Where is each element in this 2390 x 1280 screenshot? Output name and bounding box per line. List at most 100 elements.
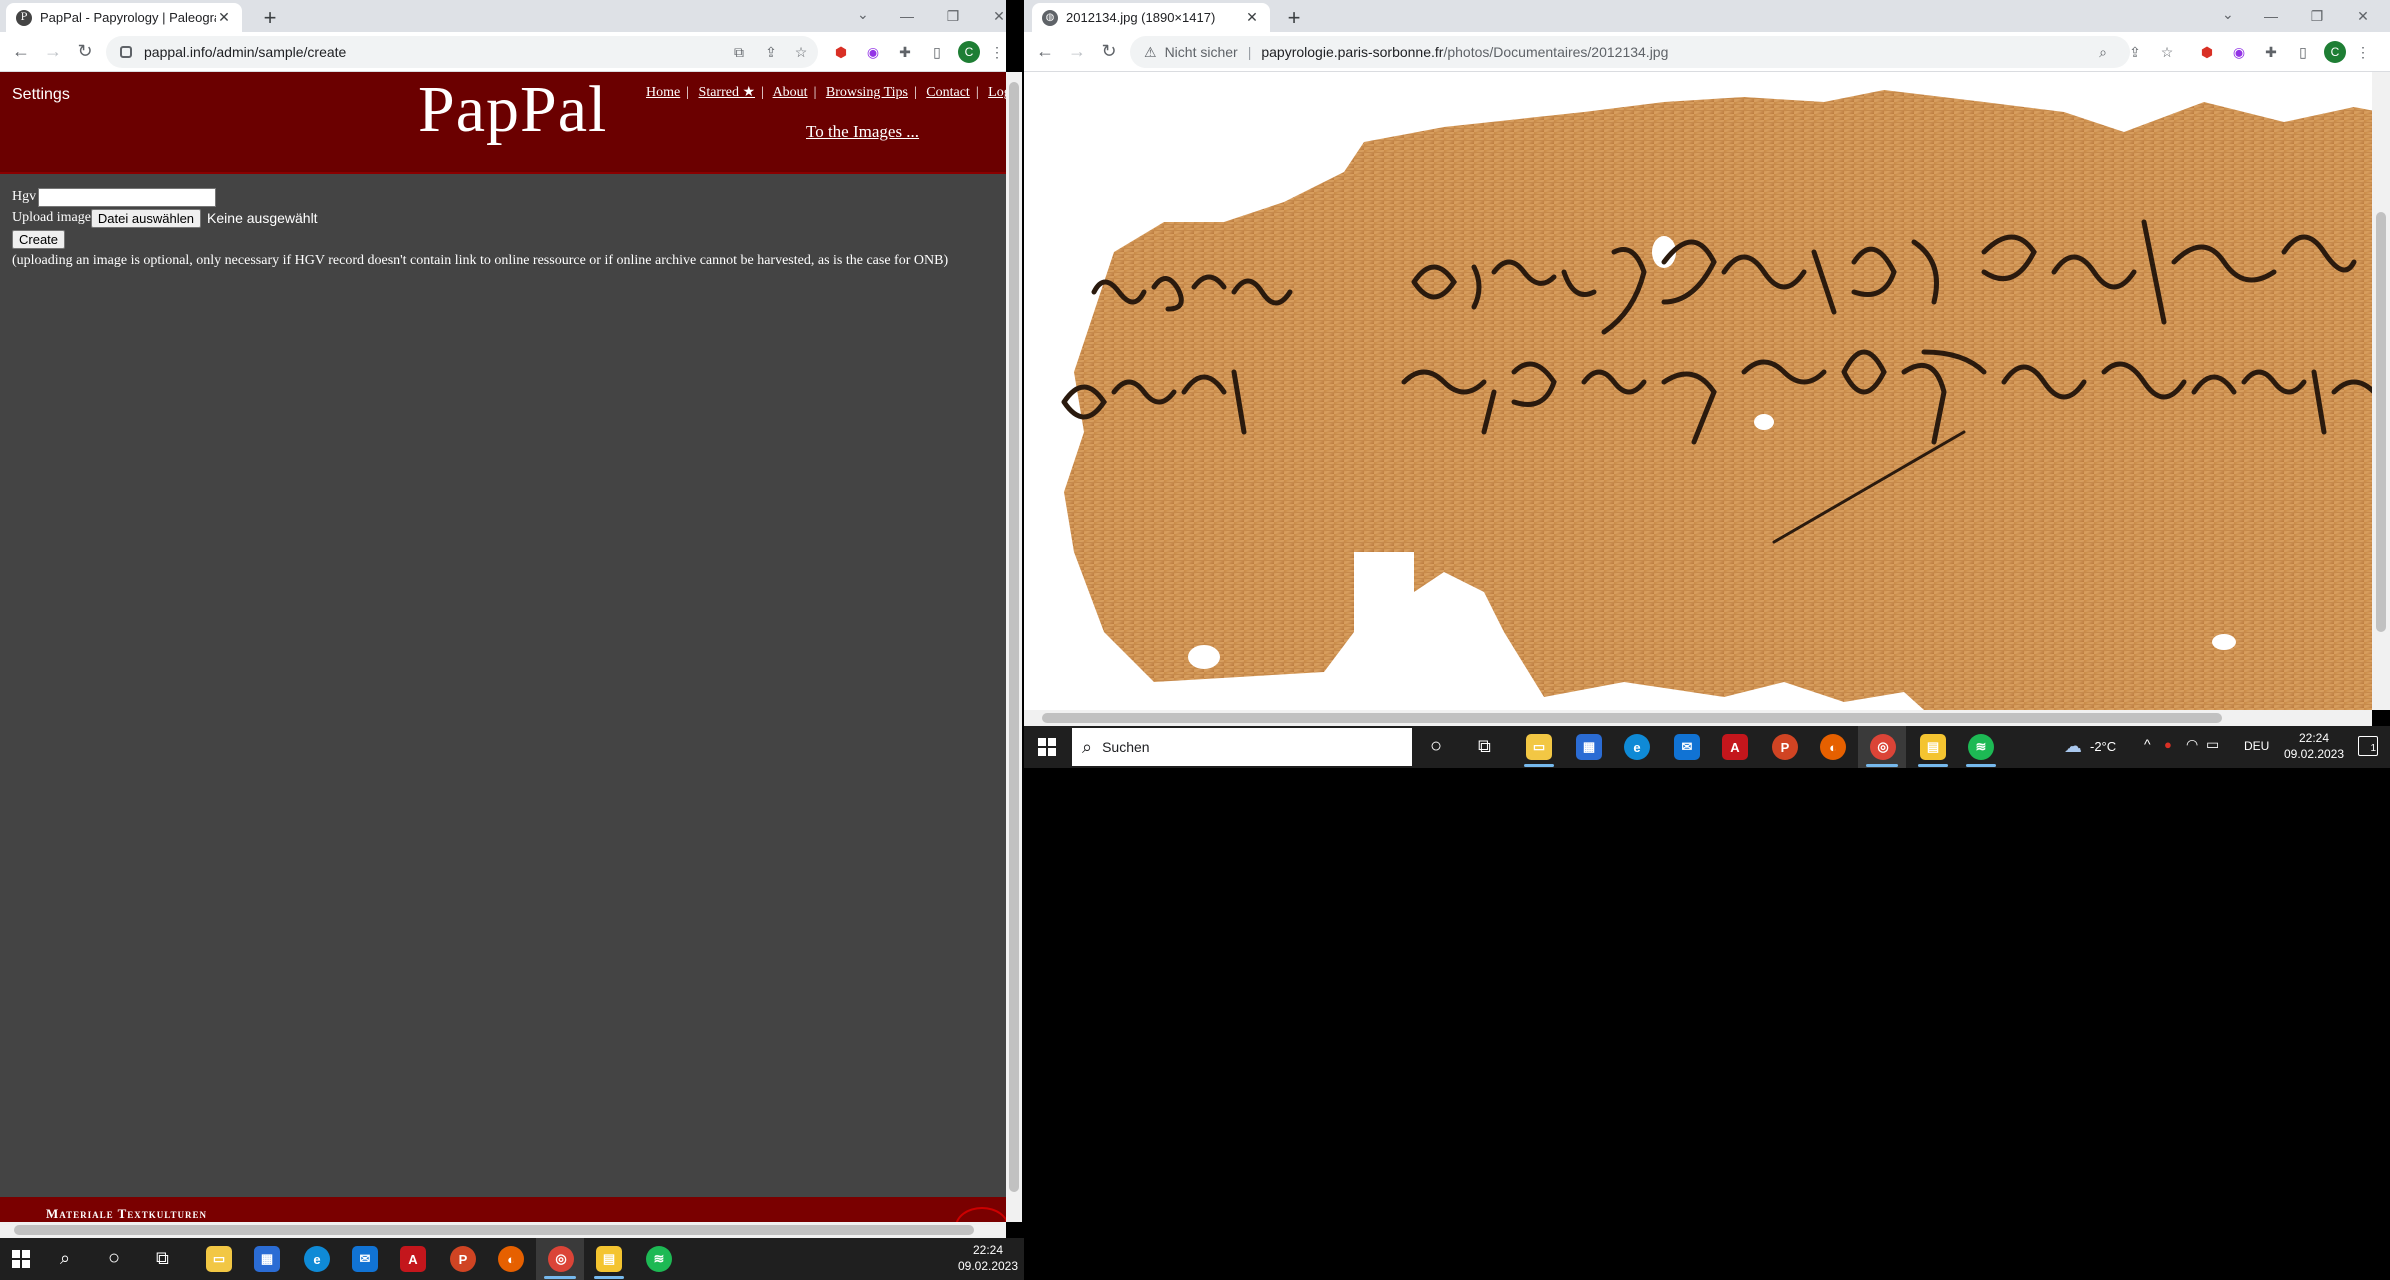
right-restore-icon[interactable]: ❐	[2294, 0, 2340, 32]
right-close-window-icon[interactable]: ✕	[2340, 0, 2386, 32]
mail-icon[interactable]: ✉	[352, 1246, 378, 1272]
notification-count: 1	[2370, 743, 2376, 754]
right-bookmark-star-icon[interactable]: ☆	[2156, 41, 2178, 63]
battery-icon[interactable]: ▭	[2206, 736, 2219, 753]
tray-app-icon[interactable]: ●	[2164, 737, 2172, 752]
left-vertical-scroll-thumb[interactable]	[1009, 82, 1019, 1192]
acrobat-icon[interactable]: A	[400, 1246, 426, 1272]
powerpoint-icon[interactable]: P	[450, 1246, 476, 1272]
right-sidepanel-icon[interactable]: ▯	[2292, 41, 2314, 63]
right-acrobat-icon[interactable]: A	[1722, 734, 1748, 760]
left-translate-icon[interactable]: ⧉	[728, 41, 750, 63]
right-tab-close-icon[interactable]: ✕	[1244, 9, 1260, 26]
right-edge-icon[interactable]: e	[1624, 734, 1650, 760]
right-mail-icon[interactable]: ✉	[1674, 734, 1700, 760]
right-file-explorer-icon[interactable]: ▭	[1526, 734, 1552, 760]
left-bookmark-star-icon[interactable]: ☆	[790, 41, 812, 63]
nav-contact[interactable]: Contact	[926, 85, 970, 100]
right-tab-image[interactable]: ◍ 2012134.jpg (1890×1417) ✕	[1032, 3, 1270, 32]
right-store-icon[interactable]: ▦	[1576, 734, 1602, 760]
right-minimize-icon[interactable]: —	[2248, 0, 2294, 32]
left-share-icon[interactable]: ⇪	[760, 41, 782, 63]
notes-app-icon[interactable]: ▤	[596, 1246, 622, 1272]
store-icon[interactable]: ▦	[254, 1246, 280, 1272]
right-vertical-scroll-thumb[interactable]	[2376, 212, 2386, 632]
right-cortana-icon[interactable]: ○	[1430, 735, 1442, 758]
left-sidepanel-icon[interactable]: ▯	[926, 41, 948, 63]
left-restore-icon[interactable]: ❐	[930, 0, 976, 32]
right-clock[interactable]: 22:24 09.02.2023	[2282, 730, 2346, 762]
language-indicator[interactable]: DEU	[2244, 739, 2269, 753]
left-new-tab-button[interactable]: +	[256, 5, 284, 31]
right-profile-avatar[interactable]: C	[2324, 41, 2346, 63]
left-close-window-icon[interactable]: ✕	[976, 0, 1022, 32]
right-horizontal-scroll-thumb[interactable]	[1042, 713, 2222, 723]
notification-center-icon[interactable]: 1	[2358, 736, 2378, 756]
left-clock[interactable]: 22:24 09.02.2023	[956, 1242, 1020, 1274]
left-tab-close-icon[interactable]: ✕	[216, 9, 232, 26]
nav-logout[interactable]: Logout	[988, 85, 1006, 100]
taskbar-search-box[interactable]: ⌕ Suchen	[1072, 728, 1412, 766]
edge-icon[interactable]: e	[304, 1246, 330, 1272]
left-extension-purple-icon[interactable]: ◉	[862, 41, 884, 63]
pappal-logo[interactable]: PapPal	[418, 72, 607, 148]
right-back-icon[interactable]: ←	[1034, 41, 1056, 62]
right-new-tab-button[interactable]: +	[1280, 5, 1308, 31]
left-profile-avatar[interactable]: C	[958, 41, 980, 63]
right-task-view-icon[interactable]: ⧉	[1478, 736, 1491, 757]
right-powerpoint-icon[interactable]: P	[1772, 734, 1798, 760]
right-reload-icon[interactable]: ↻	[1098, 41, 1120, 62]
left-horizontal-scrollbar[interactable]	[0, 1222, 1006, 1238]
to-images-link[interactable]: To the Images ...	[806, 122, 919, 142]
nav-about[interactable]: About	[773, 85, 808, 100]
left-vertical-scrollbar[interactable]	[1006, 72, 1022, 1222]
task-view-icon[interactable]: ⧉	[156, 1248, 169, 1269]
create-button[interactable]: Create	[12, 229, 66, 249]
left-menu-icon[interactable]: ⋮	[990, 41, 1004, 63]
right-address-bar[interactable]: ⚠ Nicht sicher | papyrologie.paris-sorbo…	[1130, 36, 2130, 68]
right-share-icon[interactable]: ⇪	[2124, 41, 2146, 63]
spotify-icon[interactable]: ≋	[646, 1246, 672, 1272]
left-horizontal-scroll-thumb[interactable]	[14, 1225, 974, 1235]
firefox-icon[interactable]: ◐	[498, 1246, 524, 1272]
right-extensions-puzzle-icon[interactable]: ✚	[2260, 41, 2282, 63]
wifi-icon[interactable]: ◠	[2186, 736, 2198, 753]
search-icon[interactable]: ⌕	[60, 1248, 70, 1269]
zoom-icon[interactable]: ⌕	[2092, 41, 2114, 63]
right-vertical-scrollbar[interactable]	[2372, 72, 2390, 710]
right-forward-icon[interactable]: →	[1066, 41, 1088, 62]
right-horizontal-scrollbar[interactable]	[1024, 710, 2372, 726]
choose-file-button[interactable]: Datei auswählen	[90, 208, 202, 228]
right-firefox-icon[interactable]: ◐	[1820, 734, 1846, 760]
left-forward-icon[interactable]: →	[42, 41, 64, 62]
nav-starred[interactable]: Starred ★	[699, 85, 755, 100]
chrome-icon[interactable]: ◎	[548, 1246, 574, 1272]
weather-temp[interactable]: -2°C	[2090, 739, 2116, 754]
left-reload-icon[interactable]: ↻	[74, 41, 96, 62]
start-icon[interactable]	[12, 1250, 30, 1268]
left-extension-red-icon[interactable]: ⬢	[830, 41, 852, 63]
left-back-icon[interactable]: ←	[10, 41, 32, 62]
settings-link[interactable]: Settings	[12, 86, 70, 104]
file-explorer-icon[interactable]: ▭	[206, 1246, 232, 1272]
right-notes-app-icon[interactable]: ▤	[1920, 734, 1946, 760]
right-chrome-icon[interactable]: ◎	[1870, 734, 1896, 760]
right-tab-search-icon[interactable]: ⌄	[2222, 6, 2234, 23]
cortana-icon[interactable]: ○	[108, 1247, 120, 1270]
nav-home[interactable]: Home	[646, 85, 680, 100]
right-spotify-icon[interactable]: ≋	[1968, 734, 1994, 760]
left-extensions-puzzle-icon[interactable]: ✚	[894, 41, 916, 63]
left-taskbar: ⌕ ○ ⧉ ▭ ▦ e ✉ A P ◐ ◎ ▤ ≋ 22:24 09.02.20…	[0, 1238, 1024, 1280]
hgv-input[interactable]	[38, 187, 217, 207]
left-minimize-icon[interactable]: —	[884, 0, 930, 32]
right-extension-purple-icon[interactable]: ◉	[2228, 41, 2250, 63]
nav-browsing-tips[interactable]: Browsing Tips	[826, 85, 908, 100]
left-tab-search-icon[interactable]: ⌄	[857, 6, 869, 23]
weather-icon[interactable]: ☁	[2064, 736, 2082, 757]
tray-chevron-icon[interactable]: ^	[2144, 736, 2151, 752]
right-extension-red-icon[interactable]: ⬢	[2196, 41, 2218, 63]
left-tab-pappal[interactable]: P PapPal - Papyrology | Paleograph ✕	[6, 3, 242, 32]
right-start-icon[interactable]	[1038, 738, 1056, 756]
right-menu-icon[interactable]: ⋮	[2356, 41, 2370, 63]
left-address-bar[interactable]: pappal.info/admin/sample/create	[106, 36, 818, 68]
